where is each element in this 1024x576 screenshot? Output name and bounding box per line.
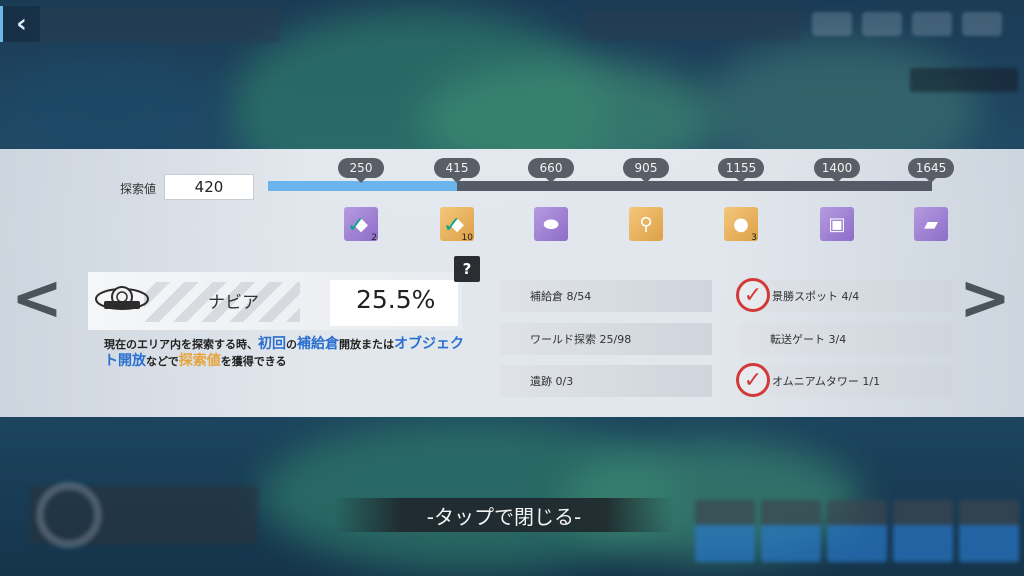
claimed-check-icon: ✓	[347, 213, 366, 238]
stat-supply-box: 補給倉 8/54	[500, 280, 712, 312]
explore-value-label: 探索値	[120, 182, 157, 196]
area-percent: 25.5%	[356, 285, 436, 314]
back-button[interactable]: ‹	[0, 6, 40, 42]
top-bar: ‹	[0, 0, 1024, 92]
milestone-marker: 1155	[718, 158, 764, 183]
prev-area-button[interactable]: <	[11, 260, 63, 334]
stat-label: 補給倉 8/54	[530, 290, 592, 303]
help-button[interactable]: ?	[454, 256, 480, 282]
reward-count: 2	[371, 233, 377, 243]
milestone-marker: 415	[434, 158, 480, 183]
desc-text: の	[286, 338, 297, 351]
desc-highlight: 探索値	[178, 353, 221, 369]
bottom-tiles	[695, 500, 1019, 562]
chevron-left-icon: ‹	[16, 9, 27, 39]
stat-ruins: 遺跡 0/3	[500, 365, 712, 397]
stat-label: オムニアムタワー 1/1	[772, 375, 881, 388]
desc-highlight: 初回	[258, 336, 286, 352]
stat-transfer-gate: 転送ゲート 3/4	[740, 323, 952, 355]
desc-text: などで	[146, 355, 179, 368]
desc-text: 現在のエリア内を探索する時、	[104, 338, 258, 351]
milestone-marker: 1645	[908, 158, 954, 183]
quest-tracker	[910, 68, 1018, 92]
chevron-right-icon: >	[959, 260, 1011, 334]
reward-count: 10	[461, 233, 473, 243]
jacket-icon[interactable]: ▣	[820, 207, 854, 241]
desc-highlight: 補給倉	[297, 336, 339, 352]
stat-label: 転送ゲート 3/4	[770, 333, 847, 346]
stat-label: 景勝スポット 4/4	[772, 290, 860, 303]
claimed-check-icon: ✓	[443, 213, 462, 238]
device-icon[interactable]: ⬬	[534, 207, 568, 241]
mushroom-icon[interactable]: ⚲	[629, 207, 663, 241]
area-name: ナビア	[208, 293, 259, 313]
check-icon: ✓	[736, 363, 770, 397]
milestone-marker: 660	[528, 158, 574, 183]
stat-label: 遺跡 0/3	[530, 375, 574, 388]
desc-text: 開放または	[339, 338, 394, 351]
milestone-marker: 1400	[814, 158, 860, 183]
check-chip-icon[interactable]: ◆ ✓ 2	[344, 207, 378, 243]
stat-label: ワールド探索 25/98	[530, 333, 632, 346]
crystal-chip-icon[interactable]: ◆ ✓ 10	[440, 207, 474, 243]
map-title	[40, 8, 280, 42]
orb-icon[interactable]: ● 3	[724, 207, 758, 243]
stat-omnium-tower: ✓ オムニアムタワー 1/1	[736, 363, 952, 397]
currency-bar	[812, 12, 1017, 36]
card-icon[interactable]: ▰	[914, 207, 948, 241]
area-emblem-icon	[94, 282, 150, 316]
next-area-button[interactable]: >	[959, 260, 1011, 334]
milestone-marker: 905	[623, 158, 669, 183]
gear-icon	[36, 482, 102, 548]
desc-text: を獲得できる	[220, 355, 287, 368]
chevron-left-icon: <	[11, 260, 63, 334]
reward-count: 3	[751, 233, 757, 243]
stat-world-explore: ワールド探索 25/98	[500, 323, 712, 355]
location-bar	[585, 10, 800, 40]
check-icon: ✓	[736, 278, 770, 312]
stat-scenic-spot: ✓ 景勝スポット 4/4	[736, 278, 952, 312]
explore-value: 420	[164, 174, 254, 200]
area-description: 現在のエリア内を探索する時、初回の補給倉開放またはオブジェクト開放などで探索値を…	[104, 336, 464, 370]
milestone-marker: 250	[338, 158, 384, 183]
tap-to-close[interactable]: -タップで閉じる-	[334, 498, 674, 532]
